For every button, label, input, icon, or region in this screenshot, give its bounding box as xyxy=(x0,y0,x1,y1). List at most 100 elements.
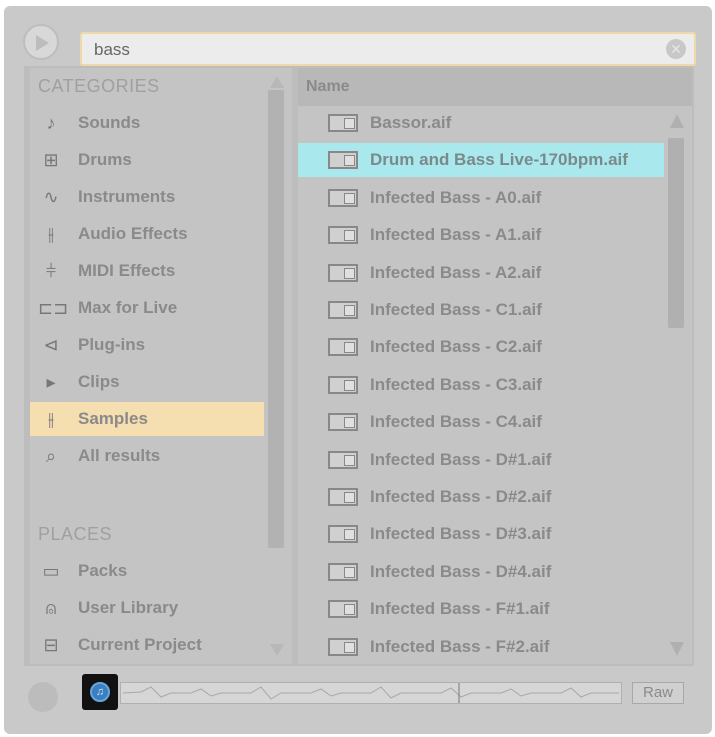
sidebar-item-label: Clips xyxy=(78,372,120,391)
midi-effects-icon: ⫩ xyxy=(45,261,57,281)
file-name: Infected Bass - A2.aif xyxy=(370,262,542,282)
place-item-label: Current Project xyxy=(78,635,202,654)
audio-file-icon xyxy=(328,151,358,170)
sidebar-item-drums[interactable]: ⊞ Drums xyxy=(30,143,264,177)
file-name: Infected Bass - F#1.aif xyxy=(370,599,550,619)
file-name: Infected Bass - C4.aif xyxy=(370,412,542,432)
search-field[interactable]: bass ✕ xyxy=(80,32,696,66)
sidebar-item-max-for-live[interactable]: ⊏⊐ Max for Live xyxy=(30,291,264,325)
file-name: Infected Bass - D#3.aif xyxy=(370,524,552,544)
file-row[interactable]: Infected Bass - D#3.aif xyxy=(298,517,664,551)
audio-file-icon xyxy=(328,114,358,132)
file-name: Drum and Bass Live-170bpm.aif xyxy=(370,150,628,170)
file-name: Infected Bass - A0.aif xyxy=(370,187,542,207)
file-name: Infected Bass - D#4.aif xyxy=(370,561,552,581)
scroll-down-icon[interactable] xyxy=(670,642,684,656)
sidebar-scrollbar[interactable] xyxy=(268,90,284,548)
scroll-up-icon[interactable] xyxy=(270,76,284,88)
place-item-label: Packs xyxy=(78,561,128,580)
sidebar-item-label: Samples xyxy=(78,409,148,428)
sidebar-item-samples[interactable]: ⫲ Samples xyxy=(30,402,264,436)
sidebar-item-audio-effects[interactable]: ⫲ Audio Effects xyxy=(30,217,264,251)
waveform-preview[interactable] xyxy=(120,682,622,704)
file-name: Bassor.aif xyxy=(370,113,452,132)
file-row[interactable]: Infected Bass - D#2.aif xyxy=(298,480,664,514)
clips-icon: ▸ xyxy=(46,372,56,392)
preview-bar: ♫ Raw xyxy=(24,670,694,720)
preview-button[interactable]: ♫ xyxy=(82,674,118,710)
audio-file-icon xyxy=(328,525,358,544)
search-icon: ⌕ xyxy=(45,446,57,466)
audio-file-icon xyxy=(328,188,358,207)
sidebar-item-sounds[interactable]: ♪ Sounds xyxy=(30,106,264,140)
audio-file-icon xyxy=(328,375,358,394)
sidebar: CATEGORIES ♪ Sounds ⊞ Drums ∿ Instruments ⫲ Aud… xyxy=(30,68,292,664)
file-row[interactable]: Infected Bass - A2.aif xyxy=(298,256,664,290)
file-name: Infected Bass - A1.aif xyxy=(370,225,542,245)
audio-file-icon xyxy=(328,488,358,506)
file-name: Infected Bass - C2.aif xyxy=(370,337,542,357)
sidebar-item-plug-ins[interactable]: ⊲ Plug-ins xyxy=(30,328,264,362)
plugin-icon: ⊲ xyxy=(43,335,59,355)
categories-header: CATEGORIES xyxy=(38,76,160,96)
file-name: Infected Bass - C3.aif xyxy=(370,374,542,394)
scroll-down-icon[interactable] xyxy=(270,644,284,656)
file-row[interactable]: Infected Bass - D#1.aif xyxy=(298,443,664,477)
audio-file-icon xyxy=(328,450,358,469)
user-icon: ⍝ xyxy=(45,598,57,618)
sidebar-item-all-results[interactable]: ⌕ All results xyxy=(30,439,264,473)
sidebar-item-label: Instruments xyxy=(78,187,176,206)
sidebar-item-label: Drums xyxy=(78,150,132,169)
sidebar-item-clips[interactable]: ▸ Clips xyxy=(30,365,264,399)
audio-file-icon xyxy=(328,263,358,282)
place-item-user-library[interactable]: ⍝ User Library xyxy=(30,591,264,625)
file-row[interactable]: Infected Bass - A1.aif xyxy=(298,218,664,252)
file-row[interactable]: Infected Bass - C4.aif xyxy=(298,405,664,439)
clear-search-icon[interactable]: ✕ xyxy=(666,39,686,59)
search-input[interactable]: bass xyxy=(94,40,130,60)
sync-icon[interactable] xyxy=(28,682,58,712)
file-list: Name Bassor.aif Drum and Bass Live-170bpm… xyxy=(298,68,692,664)
places-header: PLACES xyxy=(38,524,113,544)
scroll-up-icon[interactable] xyxy=(670,114,684,128)
file-row[interactable]: Infected Bass - F#1.aif xyxy=(298,592,664,626)
place-item-current-project[interactable]: ⊟ Current Project xyxy=(30,628,264,662)
place-item-packs[interactable]: ▭ Packs xyxy=(30,554,264,588)
audio-file-icon xyxy=(328,562,358,581)
audio-effects-icon: ⫲ xyxy=(48,224,54,244)
samples-icon: ⫲ xyxy=(48,409,54,429)
name-column-header[interactable]: Name xyxy=(298,68,692,106)
file-row[interactable]: Infected Bass - F#2.aif xyxy=(298,630,664,664)
audio-file-icon xyxy=(328,301,358,319)
file-row[interactable]: Drum and Bass Live-170bpm.aif xyxy=(298,143,664,178)
sidebar-item-instruments[interactable]: ∿ Instruments xyxy=(30,180,264,214)
max-for-live-icon: ⊏⊐ xyxy=(38,298,69,318)
sidebar-item-label: Plug-ins xyxy=(78,335,146,354)
note-icon: ♪ xyxy=(46,113,56,133)
file-row[interactable]: Bassor.aif xyxy=(298,106,664,140)
sidebar-item-midi-effects[interactable]: ⫩ MIDI Effects xyxy=(30,254,264,288)
audio-file-icon xyxy=(328,637,358,656)
sidebar-item-label: Sounds xyxy=(78,113,141,132)
play-button[interactable] xyxy=(23,24,59,60)
file-row[interactable]: Infected Bass - D#4.aif xyxy=(298,555,664,589)
place-item-label: User Library xyxy=(78,598,179,617)
packs-icon: ▭ xyxy=(42,561,60,581)
file-list-scrollbar[interactable] xyxy=(668,138,684,328)
raw-button[interactable]: Raw xyxy=(632,682,684,704)
file-row[interactable]: Infected Bass - C1.aif xyxy=(298,293,664,327)
file-row[interactable]: Infected Bass - A0.aif xyxy=(298,181,664,215)
audio-file-icon xyxy=(328,226,358,245)
folder-icon: ⊟ xyxy=(43,635,59,655)
waveform-icon: ∿ xyxy=(43,187,59,207)
sidebar-item-label: MIDI Effects xyxy=(78,261,176,280)
sidebar-item-label: Max for Live xyxy=(78,298,178,317)
headphones-icon: ♫ xyxy=(90,682,110,702)
file-name: Infected Bass - C1.aif xyxy=(370,300,542,319)
sidebar-item-label: Audio Effects xyxy=(78,224,188,243)
audio-file-icon xyxy=(328,413,358,432)
file-row[interactable]: Infected Bass - C2.aif xyxy=(298,330,664,364)
file-name: Infected Bass - F#2.aif xyxy=(370,636,550,656)
file-name: Infected Bass - D#1.aif xyxy=(370,449,552,469)
file-row[interactable]: Infected Bass - C3.aif xyxy=(298,368,664,402)
